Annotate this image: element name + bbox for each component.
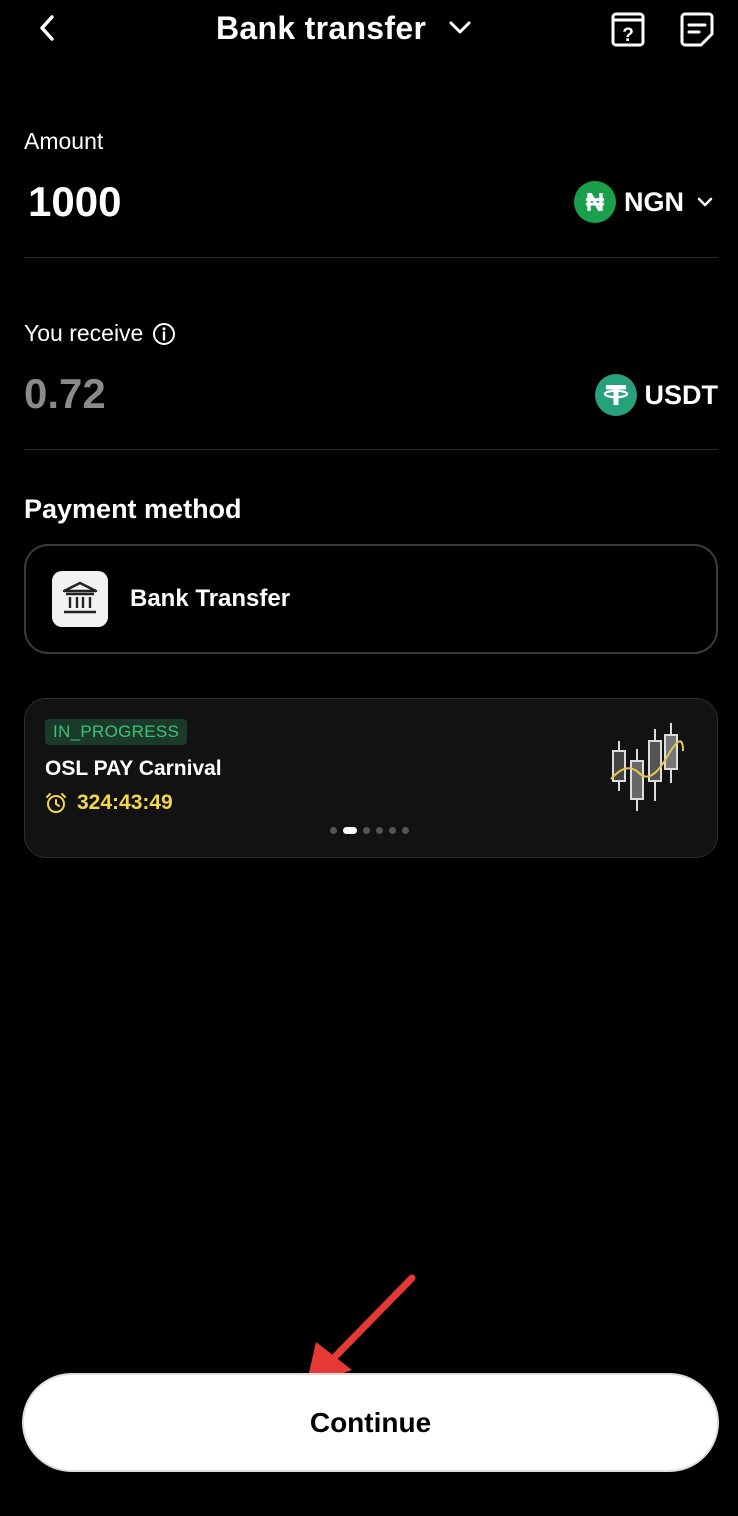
amount-label: Amount bbox=[24, 128, 104, 154]
payment-method-label: Bank Transfer bbox=[130, 585, 291, 612]
bank-icon bbox=[52, 571, 108, 627]
carousel-dot bbox=[363, 827, 370, 834]
countdown: 324:43:49 bbox=[45, 791, 173, 815]
carousel-dot bbox=[402, 827, 409, 834]
amount-input[interactable]: 1000 bbox=[28, 178, 121, 226]
divider bbox=[24, 257, 718, 258]
alarm-clock-icon bbox=[46, 793, 66, 813]
title-dropdown[interactable]: Bank transfer bbox=[216, 6, 472, 50]
page-title: Bank transfer bbox=[216, 9, 427, 46]
annotation-arrow-icon bbox=[306, 1274, 416, 1386]
orders-button[interactable] bbox=[679, 10, 715, 48]
chevron-down-icon bbox=[449, 21, 471, 34]
receive-label: You receive bbox=[24, 320, 144, 346]
currency-selector[interactable]: ₦ NGN bbox=[574, 181, 714, 223]
chevron-left-icon bbox=[40, 15, 54, 41]
promo-banner[interactable]: IN_PROGRESS OSL PAY Carnival 324:43:49 bbox=[24, 698, 718, 858]
countdown-value: 324:43:49 bbox=[77, 791, 173, 814]
divider bbox=[24, 449, 718, 450]
currency-code: USDT bbox=[644, 379, 719, 410]
info-icon[interactable] bbox=[152, 322, 176, 346]
carousel-dot bbox=[376, 827, 383, 834]
carousel-dot bbox=[330, 827, 337, 834]
currency-code: NGN bbox=[624, 186, 684, 217]
carousel-dot-active bbox=[343, 827, 357, 834]
carousel-indicator bbox=[330, 827, 409, 834]
help-button[interactable]: ? bbox=[610, 10, 646, 48]
continue-button[interactable]: Continue bbox=[22, 1373, 719, 1472]
order-list-icon bbox=[680, 12, 714, 47]
svg-text:?: ? bbox=[622, 25, 634, 46]
tether-coin-icon bbox=[594, 374, 637, 416]
carousel-dot bbox=[389, 827, 396, 834]
promo-title: OSL PAY Carnival bbox=[45, 757, 222, 780]
receive-amount: 0.72 bbox=[24, 370, 106, 417]
naira-coin-icon: ₦ bbox=[574, 181, 616, 223]
help-document-icon: ? bbox=[611, 12, 645, 47]
top-bar: Bank transfer ? bbox=[0, 0, 738, 60]
payment-method-card[interactable]: Bank Transfer bbox=[24, 544, 718, 654]
chevron-down-icon bbox=[697, 197, 713, 207]
candlestick-chart-icon bbox=[610, 723, 684, 811]
receive-currency: USDT bbox=[594, 374, 719, 416]
section-title: Payment method bbox=[24, 494, 242, 524]
status-badge: IN_PROGRESS bbox=[45, 719, 188, 745]
back-button[interactable] bbox=[30, 10, 64, 46]
receive-label-row: You receive bbox=[24, 320, 176, 347]
